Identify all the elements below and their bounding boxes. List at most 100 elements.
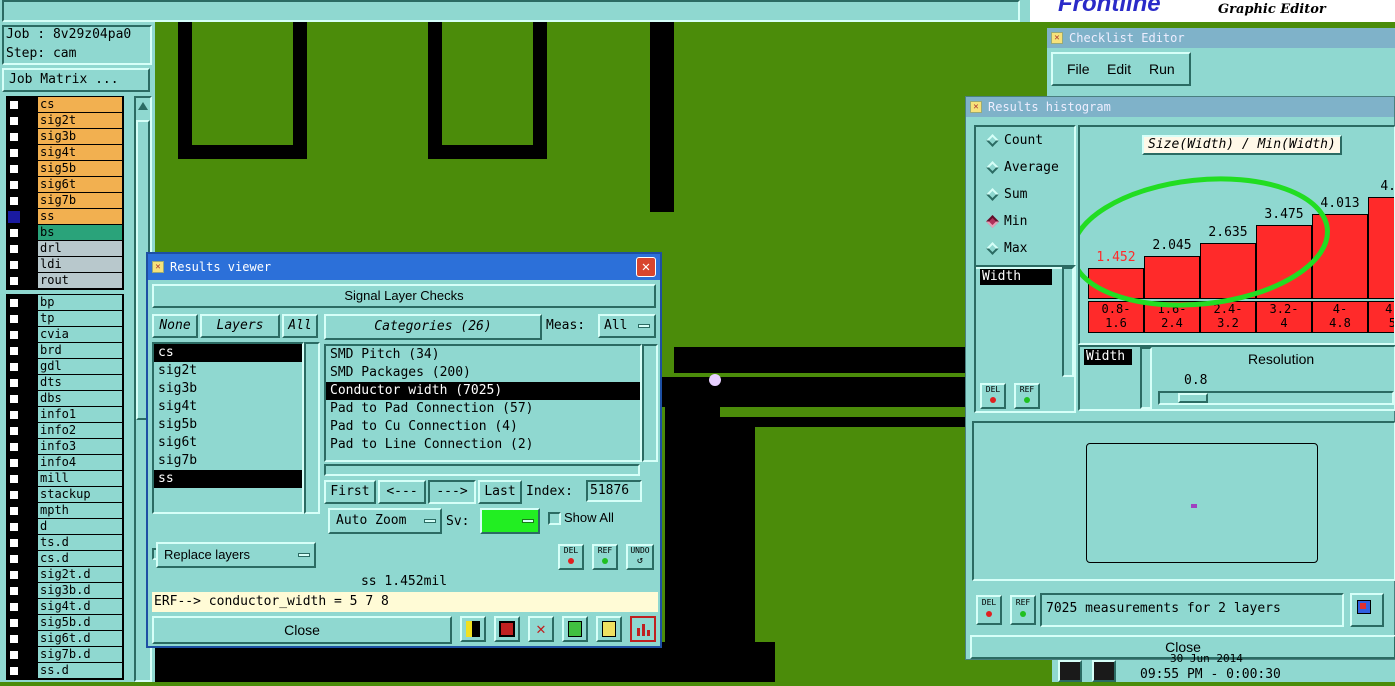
results-layer-list[interactable]: cs sig2t sig3b sig4t sig5b sig6t sig7b ss <box>152 342 304 514</box>
layer-row-tp[interactable]: tp <box>6 311 124 327</box>
mode-max[interactable]: Max <box>986 239 1027 259</box>
layer-name[interactable]: cs <box>38 97 122 112</box>
layer-name[interactable]: dbs <box>38 391 122 406</box>
layer-row-sig5b-d[interactable]: sig5b.d <box>6 615 124 631</box>
layer-name[interactable]: sig6t <box>38 177 122 192</box>
layer-name[interactable]: sig3b <box>38 129 122 144</box>
layers-button[interactable]: Layers <box>200 314 280 338</box>
histogram-bar[interactable] <box>1200 243 1256 299</box>
layer-row-sig4t[interactable]: sig4t <box>6 145 124 161</box>
none-button[interactable]: None <box>152 314 198 338</box>
layer-checkbox[interactable] <box>8 131 20 143</box>
layer-checkbox[interactable] <box>8 553 20 565</box>
results-layer-item[interactable]: sig3b <box>154 380 302 398</box>
layer-checkbox[interactable] <box>8 537 20 549</box>
mode-sum[interactable]: Sum <box>986 185 1027 205</box>
hist-ref-button-bottom[interactable]: REF <box>1010 595 1036 625</box>
results-layer-item[interactable]: sig5b <box>154 416 302 434</box>
layer-checkbox[interactable] <box>8 313 20 325</box>
layer-row-ss-d[interactable]: ss.d <box>6 663 124 679</box>
layer-checkbox[interactable] <box>8 441 20 453</box>
hist-del-button-bottom[interactable]: DEL <box>976 595 1002 625</box>
results-layer-item[interactable]: cs <box>154 344 302 362</box>
layer-name[interactable]: bp <box>38 295 122 310</box>
layer-checkbox[interactable] <box>8 425 20 437</box>
layer-row-dbs[interactable]: dbs <box>6 391 124 407</box>
field-list-scrollbar[interactable] <box>1062 267 1074 377</box>
layer-name[interactable]: gdl <box>38 359 122 374</box>
histogram-bar[interactable] <box>1368 197 1394 299</box>
results-layer-item[interactable]: sig4t <box>154 398 302 416</box>
menu-file[interactable]: File <box>1067 61 1090 77</box>
field-width-bottom[interactable]: Width <box>1084 349 1132 365</box>
layer-checkbox[interactable] <box>8 601 20 613</box>
layer-name[interactable]: cs.d <box>38 551 122 566</box>
layer-row-cs[interactable]: cs <box>6 97 124 113</box>
layer-checkbox[interactable] <box>8 259 20 271</box>
layer-name[interactable]: sig4t <box>38 145 122 160</box>
page-icon[interactable] <box>562 616 588 642</box>
category-item[interactable]: SMD Packages (200) <box>326 364 640 382</box>
layer-name[interactable]: info1 <box>38 407 122 422</box>
layer-name[interactable]: sig7b.d <box>38 647 122 662</box>
layer-checkbox[interactable] <box>8 211 20 223</box>
histogram-bar[interactable] <box>1144 256 1200 299</box>
layer-name[interactable]: drl <box>38 241 122 256</box>
results-layer-scrollbar[interactable] <box>304 342 320 514</box>
layer-row-sig3b-d[interactable]: sig3b.d <box>6 583 124 599</box>
index-field[interactable]: 51876 <box>586 480 642 502</box>
category-item[interactable]: SMD Pitch (34) <box>326 346 640 364</box>
layer-checkbox[interactable] <box>8 329 20 341</box>
last-button[interactable]: Last <box>478 480 522 504</box>
layer-name[interactable]: tp <box>38 311 122 326</box>
layer-checkbox[interactable] <box>8 345 20 357</box>
layer-name[interactable]: ss.d <box>38 663 122 678</box>
layer-checkbox[interactable] <box>8 569 20 581</box>
layer-name[interactable]: sig6t.d <box>38 631 122 646</box>
layer-checkbox[interactable] <box>8 585 20 597</box>
hist-del-button[interactable]: DEL <box>980 383 1006 409</box>
layer-name[interactable]: d <box>38 519 122 534</box>
layer-checkbox[interactable] <box>8 275 20 287</box>
layer-name[interactable]: sig7b <box>38 193 122 208</box>
prev-button[interactable]: <--- <box>378 480 426 504</box>
layer-checkbox[interactable] <box>8 409 20 421</box>
layer-row-ss[interactable]: ss <box>6 209 124 225</box>
layer-name[interactable]: ss <box>38 209 122 224</box>
measure-tool-icon[interactable] <box>460 616 486 642</box>
results-layer-item[interactable]: sig6t <box>154 434 302 452</box>
layer-row-cvia[interactable]: cvia <box>6 327 124 343</box>
layer-checkbox[interactable] <box>8 665 20 677</box>
job-matrix-button[interactable]: Job Matrix ... <box>2 68 150 92</box>
layer-row-info1[interactable]: info1 <box>6 407 124 423</box>
close-button[interactable]: Close <box>152 616 452 644</box>
layer-checkbox[interactable] <box>8 649 20 661</box>
layer-row-bp[interactable]: bp <box>6 295 124 311</box>
layer-row-info4[interactable]: info4 <box>6 455 124 471</box>
layer-row-sig4t-d[interactable]: sig4t.d <box>6 599 124 615</box>
hist-ref-button[interactable]: REF <box>1014 383 1040 409</box>
histogram-bar[interactable] <box>1256 225 1312 299</box>
categories-hscroll[interactable] <box>324 464 640 476</box>
disable-icon[interactable]: ✕ <box>528 616 554 642</box>
layer-checkbox[interactable] <box>8 297 20 309</box>
layer-row-sig3b[interactable]: sig3b <box>6 129 124 145</box>
field-width-top[interactable]: Width <box>980 269 1052 285</box>
categories-button[interactable]: Categories (26) <box>324 314 542 340</box>
category-item[interactable]: Conductor width (7025) <box>326 382 640 400</box>
report-icon[interactable] <box>494 616 520 642</box>
resolution-slider[interactable] <box>1158 391 1394 405</box>
results-layer-item[interactable]: sig2t <box>154 362 302 380</box>
category-item[interactable]: Pad to Pad Connection (57) <box>326 400 640 418</box>
layer-name[interactable]: rout <box>38 273 122 288</box>
mode-min[interactable]: Min <box>986 212 1027 232</box>
layer-checkbox[interactable] <box>8 163 20 175</box>
layer-checkbox[interactable] <box>8 147 20 159</box>
layer-row-sig7b-d[interactable]: sig7b.d <box>6 647 124 663</box>
layer-row-drl[interactable]: drl <box>6 241 124 257</box>
layer-name[interactable]: ldi <box>38 257 122 272</box>
meas-dropdown[interactable]: All <box>598 314 656 338</box>
layer-row-gdl[interactable]: gdl <box>6 359 124 375</box>
del-button[interactable]: DEL <box>558 544 584 570</box>
layer-name[interactable]: mpth <box>38 503 122 518</box>
